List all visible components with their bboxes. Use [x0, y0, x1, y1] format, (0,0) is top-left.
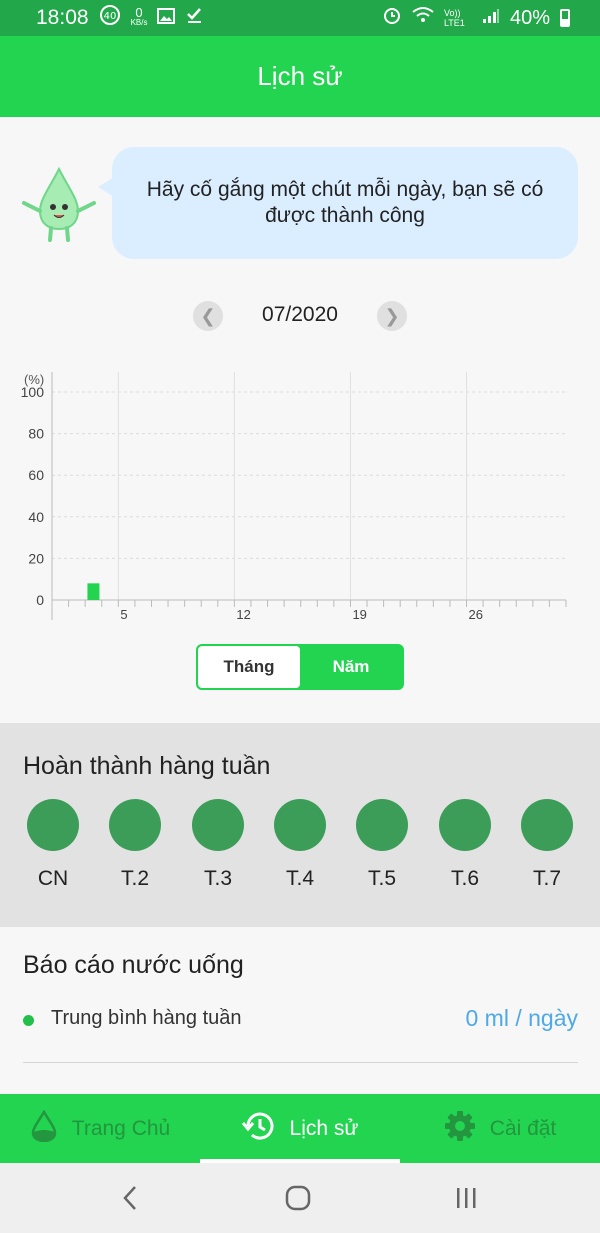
tab-home-label: Trang Chủ — [71, 1116, 171, 1140]
next-month-button[interactable]: ❯ — [377, 301, 407, 331]
day-wednesday: T.4 — [270, 799, 330, 891]
row-divider — [23, 1062, 578, 1063]
y-tick-label: 20 — [28, 550, 44, 566]
day-status-dot — [192, 799, 244, 851]
prev-month-button[interactable]: ❮ — [193, 301, 223, 331]
x-tick-label: 19 — [352, 607, 366, 622]
tab-settings-label: Cài đặt — [489, 1116, 557, 1140]
period-toggle: Tháng Năm — [196, 644, 404, 690]
battery-percent: 40% — [509, 6, 550, 29]
home-circle-icon — [285, 1185, 311, 1211]
x-tick-label: 26 — [469, 607, 483, 622]
day-status-dot — [109, 799, 161, 851]
system-navigation-bar — [0, 1163, 600, 1233]
report-title: Báo cáo nước uống — [23, 951, 244, 979]
year-toggle-option[interactable]: Năm — [300, 646, 402, 688]
recent-apps-icon — [457, 1188, 476, 1208]
day-status-dot — [27, 799, 79, 851]
month-label: 07/2020 — [262, 303, 338, 326]
status-time: 18:08 — [36, 6, 89, 29]
home-button[interactable] — [278, 1181, 318, 1215]
day-status-dot — [356, 799, 408, 851]
bottom-navigation: Trang Chủ Lịch sử Cài đặt — [0, 1094, 600, 1163]
tab-home[interactable]: Trang Chủ — [0, 1094, 200, 1163]
battery-icon — [560, 9, 570, 27]
day-monday: T.2 — [105, 799, 165, 891]
volte-label: Vo)) LTE1 — [443, 8, 465, 28]
day-label: T.3 — [203, 867, 232, 890]
water-drop-mascot-icon — [20, 165, 98, 243]
month-navigator: ❮ 07/2020 ❯ — [0, 301, 600, 333]
chevron-right-icon: ❯ — [384, 305, 400, 326]
report-row-weekly-average[interactable]: Trung bình hàng tuần 0 ml / ngày — [23, 1001, 578, 1041]
water-drop-icon — [30, 1109, 58, 1148]
weekly-completion-section: Hoàn thành hàng tuần CN T.2 T.3 T.4 T.5 … — [0, 723, 600, 927]
motivation-text: Hãy cố gắng một chút mỗi ngày, bạn sẽ có… — [146, 178, 544, 227]
day-status-dot — [521, 799, 573, 851]
y-tick-label: 80 — [28, 426, 44, 442]
report-row-value: 0 ml / ngày — [465, 1005, 579, 1031]
data-saver-icon: 40 — [99, 4, 121, 32]
y-tick-label: 100 — [21, 384, 45, 400]
svg-text:40: 40 — [103, 11, 116, 22]
day-label: T.2 — [120, 867, 149, 890]
report-row-label: Trung bình hàng tuần — [51, 1007, 242, 1029]
day-saturday: T.7 — [517, 799, 577, 891]
chevron-left-icon: ❮ — [200, 305, 216, 326]
gear-icon — [444, 1110, 476, 1148]
tab-history-label: Lịch sử — [289, 1116, 359, 1140]
x-tick-label: 5 — [120, 607, 127, 622]
day-label: T.5 — [367, 867, 396, 890]
y-tick-label: 0 — [36, 592, 44, 608]
tab-history[interactable]: Lịch sử — [200, 1094, 400, 1163]
y-tick-label: 40 — [28, 509, 44, 525]
alarm-icon — [382, 5, 402, 31]
signal-icon — [482, 7, 500, 30]
day-label: T.4 — [285, 867, 314, 890]
weekly-title: Hoàn thành hàng tuần — [23, 752, 271, 780]
day-friday: T.6 — [435, 799, 495, 891]
app-bar: Lịch sử — [0, 36, 600, 117]
x-tick-label: 12 — [236, 607, 250, 622]
gallery-icon — [157, 7, 176, 30]
net-speed: 0 KB/s — [130, 5, 148, 27]
back-arrow-icon — [123, 1186, 136, 1210]
back-button[interactable] — [110, 1181, 150, 1215]
history-content[interactable]: Hãy cố gắng một chút mỗi ngày, bạn sẽ có… — [0, 117, 600, 1094]
wifi-icon — [412, 6, 434, 30]
y-tick-label: 60 — [28, 467, 44, 483]
day-status-dot — [439, 799, 491, 851]
month-toggle-option[interactable]: Tháng — [198, 646, 300, 688]
day-thursday: T.5 — [352, 799, 412, 891]
day-label: T.6 — [450, 867, 479, 890]
history-icon — [241, 1110, 276, 1148]
day-label: CN — [37, 867, 69, 890]
download-done-icon — [185, 6, 203, 30]
hydration-chart: (%)0204060801005 12 19 26 — [21, 372, 567, 622]
water-report-section: Báo cáo nước uống Trung bình hàng tuần 0… — [0, 927, 600, 1094]
chart-bar — [87, 583, 100, 600]
status-bar: 18:08 40 0 KB/s Vo)) LTE1 40% — [0, 0, 600, 36]
day-label: T.7 — [532, 867, 561, 890]
bullet-dot — [23, 1015, 34, 1026]
day-sunday: CN — [23, 799, 83, 891]
day-tuesday: T.3 — [188, 799, 248, 891]
recent-apps-button[interactable] — [446, 1181, 486, 1215]
tab-settings[interactable]: Cài đặt — [400, 1094, 600, 1163]
page-title: Lịch sử — [257, 61, 343, 91]
motivation-bubble: Hãy cố gắng một chút mỗi ngày, bạn sẽ có… — [98, 147, 578, 259]
day-status-dot — [274, 799, 326, 851]
